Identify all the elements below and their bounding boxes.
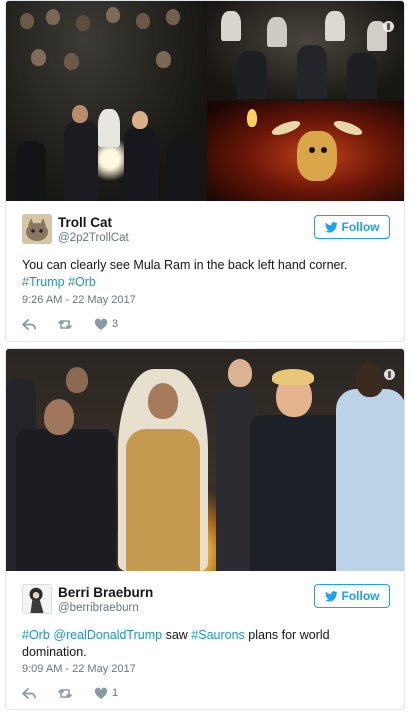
tweet-media-collage[interactable] xyxy=(6,1,404,201)
mula-ram-photo[interactable] xyxy=(207,101,404,201)
heart-icon xyxy=(94,318,108,330)
retweet-icon xyxy=(58,319,72,329)
user-handle[interactable]: @berribraeburn xyxy=(58,602,139,614)
hashtag-link[interactable]: #Saurons xyxy=(191,628,245,642)
retweet-button[interactable] xyxy=(58,687,72,700)
tweet-text-body: You can clearly see Mula Ram in the back… xyxy=(22,258,348,272)
reply-button[interactable] xyxy=(22,318,36,331)
like-button[interactable]: 3 xyxy=(94,318,118,331)
tweet-card: Troll Cat @2p2TrollCat Follow You can cl… xyxy=(5,0,405,342)
tweet-text-fragment: saw xyxy=(165,628,188,642)
cat-avatar-icon xyxy=(22,214,52,244)
user-name[interactable]: Berri Braeburn xyxy=(58,585,153,600)
info-icon[interactable] xyxy=(384,369,395,380)
tweet-timestamp[interactable]: 9:26 AM - 22 May 2017 xyxy=(22,294,136,306)
bird-icon xyxy=(324,221,338,232)
tweet-text: You can clearly see Mula Ram in the back… xyxy=(22,257,388,291)
user-handle[interactable]: @2p2TrollCat xyxy=(58,232,129,244)
follow-label: Follow xyxy=(341,589,380,603)
tweet-text: #Orb @realDonaldTrump saw #Saurons plans… xyxy=(22,627,388,661)
hashtag-link[interactable]: #Orb xyxy=(68,275,96,289)
reply-icon xyxy=(22,318,36,330)
hashtag-link[interactable]: #Orb xyxy=(22,628,50,642)
tweet-card: Berri Braeburn @berribraeburn Follow #Or… xyxy=(5,348,405,710)
follow-button[interactable]: Follow xyxy=(314,215,390,239)
reply-button[interactable] xyxy=(22,687,36,700)
like-count: 1 xyxy=(112,687,119,699)
tweet-actions: 1 xyxy=(22,686,140,700)
retweet-icon xyxy=(58,688,72,698)
user-avatar[interactable] xyxy=(22,584,52,614)
orb-photo[interactable] xyxy=(6,349,404,571)
hashtag-link[interactable]: #Trump xyxy=(22,275,65,289)
tweet-media[interactable] xyxy=(6,349,404,571)
retweet-button[interactable] xyxy=(58,318,72,331)
follow-label: Follow xyxy=(341,220,380,234)
heart-icon xyxy=(94,687,108,699)
info-icon[interactable] xyxy=(383,21,394,32)
user-avatar[interactable] xyxy=(22,214,52,244)
follow-button[interactable]: Follow xyxy=(314,584,390,608)
tweet-timestamp[interactable]: 9:09 AM - 22 May 2017 xyxy=(22,663,136,675)
tweet-actions: 3 xyxy=(22,317,140,331)
reply-icon xyxy=(22,687,36,699)
bird-icon xyxy=(324,590,338,601)
character-avatar-icon xyxy=(23,585,51,613)
crowd-photo[interactable] xyxy=(207,1,404,99)
like-button[interactable]: 1 xyxy=(94,687,118,700)
crowd-photo[interactable] xyxy=(6,1,205,201)
user-name[interactable]: Troll Cat xyxy=(58,215,112,230)
mention-link[interactable]: @realDonaldTrump xyxy=(53,628,162,642)
like-count: 3 xyxy=(112,318,119,330)
